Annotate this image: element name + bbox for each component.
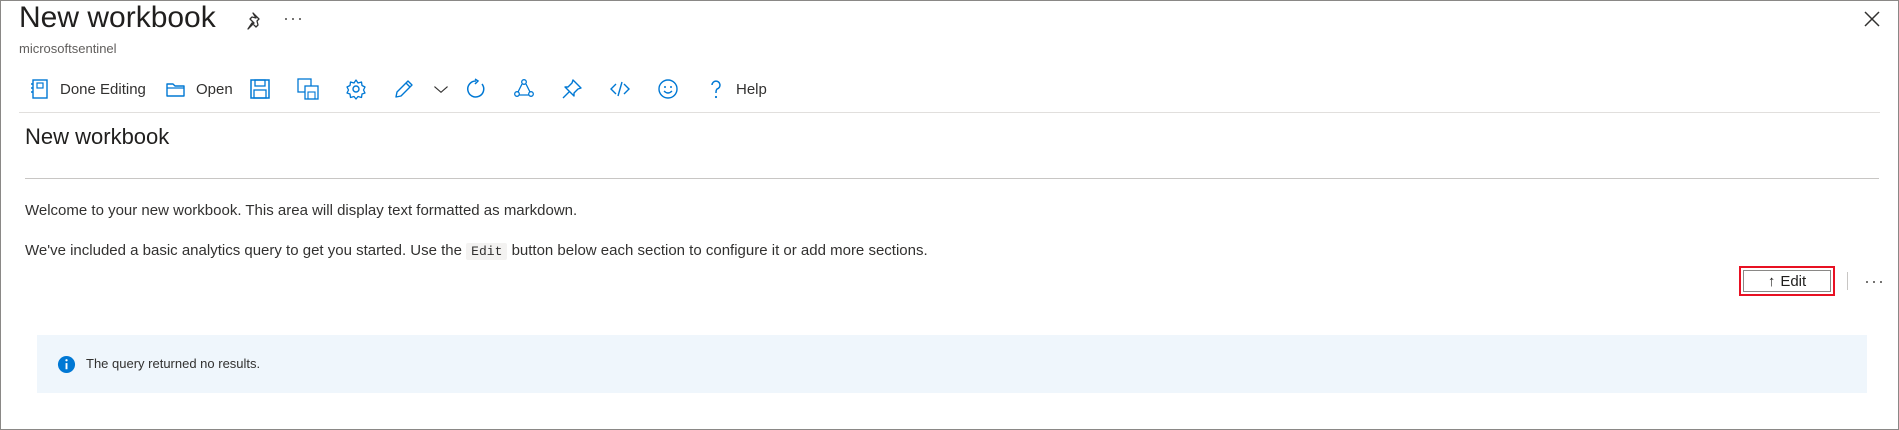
done-editing-button[interactable]: Done Editing: [29, 74, 146, 104]
edit-document-icon: [31, 79, 48, 99]
done-editing-label: Done Editing: [60, 80, 146, 98]
refresh-icon: [467, 78, 485, 98]
page-title: New workbook: [19, 1, 216, 34]
settings-button[interactable]: [345, 74, 367, 104]
query-result-info: The query returned no results.: [37, 335, 1867, 393]
info-icon: [57, 355, 76, 374]
smiley-icon: [658, 79, 678, 99]
chevron-down-icon: [434, 86, 448, 94]
up-arrow-icon: ↑: [1767, 272, 1776, 290]
edit-pencil-button[interactable]: [393, 74, 415, 104]
close-icon[interactable]: [1861, 8, 1883, 30]
more-options-icon[interactable]: ···: [283, 8, 304, 29]
gear-icon: [346, 79, 366, 100]
save-button[interactable]: [249, 74, 271, 104]
toolbar: Done Editing Open Help: [19, 74, 1899, 106]
save-icon: [250, 79, 270, 99]
save-as-button[interactable]: [297, 74, 319, 104]
edit-button-label: Edit: [1780, 272, 1807, 290]
edit-code-snippet: Edit: [466, 243, 508, 260]
open-label: Open: [196, 80, 233, 98]
more-options-icon[interactable]: ···: [1864, 271, 1885, 292]
share-button[interactable]: [513, 74, 535, 104]
edit-button-inner: ↑ Edit: [1743, 270, 1831, 292]
edit-dropdown-button[interactable]: [432, 74, 450, 104]
code-icon: [610, 81, 630, 97]
pin-button[interactable]: [561, 74, 583, 104]
help-button[interactable]: Help: [705, 74, 767, 104]
section-title: New workbook: [25, 124, 170, 149]
edit-button[interactable]: ↑ Edit: [1739, 266, 1835, 296]
pin-icon[interactable]: [245, 10, 267, 32]
feedback-button[interactable]: [657, 74, 679, 104]
advanced-editor-button[interactable]: [609, 74, 631, 104]
refresh-button[interactable]: [465, 74, 487, 104]
button-divider: [1847, 272, 1848, 290]
subtitle: microsoftsentinel: [19, 41, 117, 56]
help-icon: [711, 80, 721, 99]
instructions-text-end: button below each section to configure i…: [511, 242, 928, 259]
open-button[interactable]: Open: [165, 74, 233, 104]
instructions-text-start: We've included a basic analytics query t…: [25, 242, 462, 259]
section-divider: [25, 178, 1879, 179]
save-as-icon: [297, 78, 319, 100]
instructions-text: We've included a basic analytics query t…: [25, 242, 928, 260]
folder-open-icon: [166, 83, 185, 97]
toolbar-divider: [19, 112, 1880, 113]
info-message: The query returned no results.: [86, 356, 261, 371]
help-label: Help: [736, 80, 767, 98]
share-icon: [514, 79, 534, 97]
pencil-icon: [395, 80, 413, 98]
pin-icon: [562, 79, 582, 99]
welcome-text: Welcome to your new workbook. This area …: [25, 202, 578, 219]
